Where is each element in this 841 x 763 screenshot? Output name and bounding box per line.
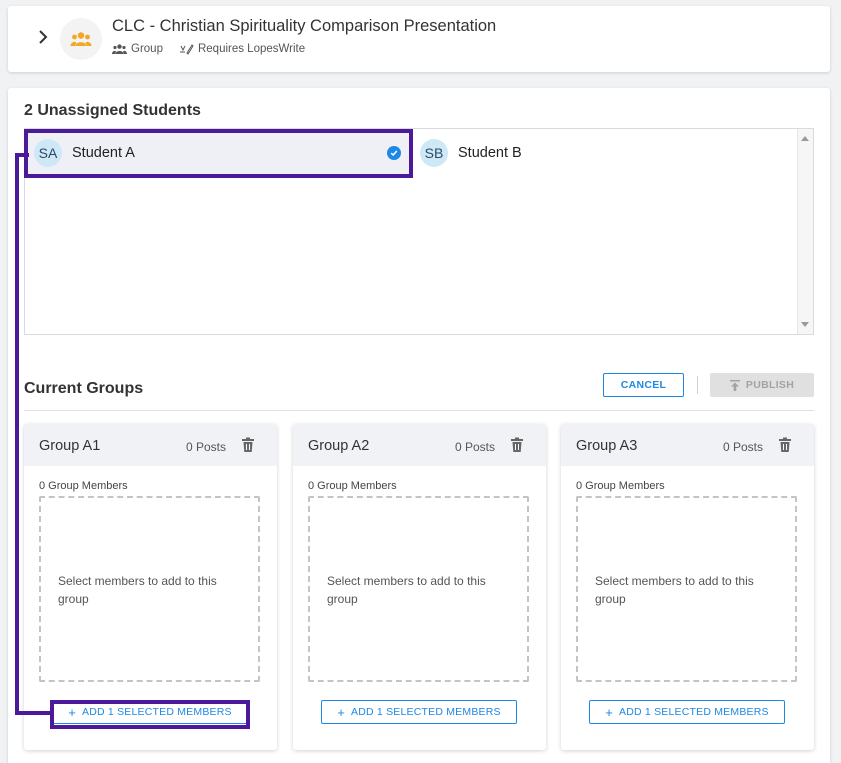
assignment-meta: Group Requires LopesWrite <box>112 43 321 55</box>
group-post-count: 0 Posts <box>186 440 227 454</box>
plus-icon: + <box>605 704 614 720</box>
current-groups-title: Current Groups <box>24 380 144 397</box>
group-card-header: Group A3 0 Posts <box>561 424 814 466</box>
member-drop-zone[interactable]: Select members to add to this group <box>576 496 797 682</box>
scroll-down-arrow-icon[interactable] <box>801 322 809 327</box>
add-members-label: ADD 1 SELECTED MEMBERS <box>619 706 769 718</box>
member-drop-zone[interactable]: Select members to add to this group <box>308 496 529 682</box>
group-card-header: Group A2 0 Posts <box>293 424 546 466</box>
toolbar-divider <box>697 376 698 394</box>
scroll-up-arrow-icon[interactable] <box>801 136 809 141</box>
people-icon <box>112 44 127 54</box>
group-card-a2: Group A2 0 Posts 0 Group Members Select … <box>293 424 546 750</box>
group-name: Group A3 <box>576 438 638 454</box>
drop-zone-hint: Select members to add to this group <box>58 574 217 606</box>
member-drop-zone[interactable]: Select members to add to this group <box>39 496 260 682</box>
meta-group-label: Group <box>131 43 163 55</box>
group-assignment-panel: 2 Unassigned Students SA Student A SB St… <box>8 88 830 763</box>
student-name: Student B <box>458 145 522 161</box>
group-name: Group A1 <box>39 438 101 454</box>
group-member-count: 0 Group Members <box>576 480 665 492</box>
trash-icon[interactable] <box>777 437 793 453</box>
student-initials-avatar: SB <box>420 139 448 167</box>
group-avatar-icon <box>60 18 102 60</box>
student-item-b[interactable]: SB Student B <box>411 131 796 175</box>
unassigned-students-title: 2 Unassigned Students <box>24 102 201 119</box>
group-card-a3: Group A3 0 Posts 0 Group Members Select … <box>561 424 814 750</box>
add-selected-members-button[interactable]: + ADD 1 SELECTED MEMBERS <box>321 700 517 724</box>
annotation-connector <box>15 711 53 715</box>
group-member-count: 0 Group Members <box>39 480 128 492</box>
publish-label: PUBLISH <box>745 379 795 391</box>
plus-icon: + <box>337 704 346 720</box>
drop-zone-hint: Select members to add to this group <box>595 574 754 606</box>
publish-upload-icon <box>729 379 740 391</box>
trash-icon[interactable] <box>509 437 525 453</box>
add-members-label: ADD 1 SELECTED MEMBERS <box>351 706 501 718</box>
assignment-title: CLC - Christian Spirituality Comparison … <box>112 17 497 35</box>
meta-lopeswrite: Requires LopesWrite <box>179 43 305 55</box>
assignment-header: CLC - Christian Spirituality Comparison … <box>8 6 830 72</box>
group-name: Group A2 <box>308 438 370 454</box>
annotation-connector <box>15 153 19 715</box>
publish-button[interactable]: PUBLISH <box>710 373 814 397</box>
section-divider <box>24 410 814 411</box>
student-list-scrollbar[interactable] <box>797 129 813 334</box>
add-selected-members-button[interactable]: + ADD 1 SELECTED MEMBERS <box>589 700 785 724</box>
cancel-button[interactable]: CANCEL <box>603 373 684 397</box>
add-button-highlight <box>50 700 250 729</box>
expand-chevron-icon[interactable] <box>32 26 54 48</box>
drop-zone-hint: Select members to add to this group <box>327 574 486 606</box>
meta-lopeswrite-label: Requires LopesWrite <box>197 43 306 55</box>
signature-icon <box>179 44 194 55</box>
group-post-count: 0 Posts <box>455 440 496 454</box>
group-card-header: Group A1 0 Posts <box>24 424 277 466</box>
selected-student-highlight <box>24 129 413 178</box>
trash-icon[interactable] <box>240 437 256 453</box>
group-post-count: 0 Posts <box>723 440 764 454</box>
group-member-count: 0 Group Members <box>308 480 397 492</box>
meta-group: Group <box>112 43 163 55</box>
